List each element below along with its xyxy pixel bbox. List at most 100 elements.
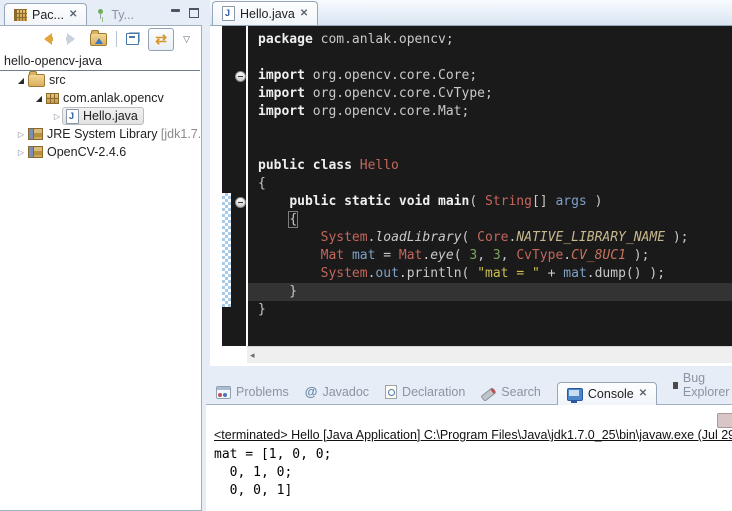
project-tree[interactable]: hello-opencv-java ◢ src ◢ com.anlak.open…: [0, 52, 200, 486]
tree-item-hello-java-label: Hello.java: [83, 109, 138, 123]
tab-declaration[interactable]: Declaration: [385, 385, 465, 404]
java-file-icon: [66, 109, 79, 124]
forward-arrow-button[interactable]: [64, 33, 81, 45]
code-token: (: [454, 248, 470, 263]
console-tab-row: Problems @ Javadoc Declaration Search Co…: [206, 378, 732, 404]
code-line: package com.anlak.opencv;: [248, 31, 732, 49]
code-token: public class: [258, 158, 352, 173]
tree-item-hello-java[interactable]: ▷ Hello.java: [0, 107, 200, 125]
tree-selection[interactable]: Hello.java: [62, 107, 144, 125]
code-token: {: [258, 176, 266, 191]
tab-type-hierarchy[interactable]: Ty...: [87, 4, 143, 26]
code-line: import org.opencv.core.CvType;: [248, 85, 732, 103]
tab-console[interactable]: Console ✕: [557, 382, 657, 405]
code-token: =: [375, 248, 398, 263]
code-line: System.out.println( "mat = " + mat.dump(…: [248, 265, 732, 283]
javadoc-at-icon: @: [305, 384, 318, 399]
back-arrow-button[interactable]: [38, 33, 55, 45]
tree-item-src[interactable]: ◢ src: [0, 71, 200, 89]
code-token: Mat: [321, 248, 344, 263]
collapsed-arrow-icon[interactable]: ▷: [16, 148, 26, 157]
collapsed-arrow-icon[interactable]: ▷: [16, 130, 26, 139]
horizontal-scrollbar[interactable]: ◂: [247, 346, 732, 363]
maximize-button[interactable]: [188, 8, 200, 18]
code-token: loadLibrary: [375, 230, 461, 245]
tree-project-root[interactable]: hello-opencv-java: [0, 52, 200, 71]
tree-item-jre[interactable]: ▷ JRE System Library [jdk1.7.0_25]: [0, 125, 200, 143]
tree-item-opencv[interactable]: ▷ OpenCV-2.4.6: [0, 143, 200, 161]
code-token: .: [563, 248, 571, 263]
code-line: {: [248, 211, 732, 229]
tab-problems[interactable]: Problems: [216, 385, 289, 404]
left-panel-tabs: Pac... ✕ Ty...: [0, 0, 208, 26]
tab-hello-java[interactable]: Hello.java ✕: [212, 1, 318, 25]
code-line: import org.opencv.core.Mat;: [248, 103, 732, 121]
type-hierarchy-icon: [96, 9, 106, 22]
tree-item-package-label: com.anlak.opencv: [63, 91, 164, 105]
up-arrow-icon: [95, 34, 103, 44]
collapsed-arrow-icon[interactable]: ▷: [52, 112, 62, 121]
code-token: com.anlak.opencv;: [313, 32, 454, 47]
code-token: 3: [493, 248, 501, 263]
console-process-title: <terminated> Hello [Java Application] C:…: [214, 428, 732, 442]
tab-package-explorer[interactable]: Pac... ✕: [4, 3, 87, 26]
tab-bug-explorer[interactable]: Bug Explorer: [673, 371, 732, 404]
code-token: }: [258, 284, 297, 299]
expanded-arrow-icon[interactable]: ◢: [16, 76, 26, 85]
code-token: System: [321, 230, 368, 245]
code-token: [258, 194, 289, 209]
console-monitor-icon: [567, 388, 583, 401]
code-line: [248, 121, 732, 139]
code-token: public static void main: [289, 194, 469, 209]
code-line: public static void main( String[] args ): [248, 193, 732, 211]
java-file-icon: [222, 6, 235, 21]
code-token: [352, 158, 360, 173]
code-token: [258, 230, 321, 245]
minimize-button[interactable]: [170, 8, 182, 18]
close-icon[interactable]: ✕: [300, 9, 308, 19]
editor-region: Hello.java ✕ package com.anlak.opencv; i…: [210, 0, 732, 368]
code-token: [258, 212, 289, 227]
code-line: import org.opencv.core.Core;: [248, 67, 732, 85]
tree-item-opencv-label: OpenCV-2.4.6: [47, 145, 126, 159]
console-toolbar-button[interactable]: [717, 413, 732, 428]
code-token: args: [555, 194, 586, 209]
fold-collapse-icon[interactable]: [235, 197, 246, 208]
expanded-arrow-icon[interactable]: ◢: [34, 94, 44, 103]
code-area[interactable]: package com.anlak.opencv; import org.ope…: [248, 26, 732, 346]
library-icon: [28, 146, 43, 158]
code-token: }: [258, 302, 266, 317]
console-output-line: 0, 1, 0;: [214, 464, 732, 482]
package-explorer-panel: Pac... ✕ Ty... ⇄ ▽ hello-opencv-java: [0, 0, 204, 511]
eclipse-window: Pac... ✕ Ty... ⇄ ▽ hello-opencv-java: [0, 0, 732, 511]
code-token: .dump() );: [587, 266, 665, 281]
tab-search[interactable]: Search: [481, 385, 541, 404]
console-output[interactable]: mat = [1, 0, 0; 0, 1, 0; 0, 0, 1]: [214, 446, 732, 500]
close-icon[interactable]: ✕: [639, 389, 647, 399]
code-line: Mat mat = Mat.eye( 3, 3, CvType.CV_8UC1 …: [248, 247, 732, 265]
editor-tab-row: Hello.java ✕: [210, 0, 732, 25]
range-indicator: [222, 193, 231, 307]
code-token: CV_8UC1: [571, 248, 626, 263]
view-menu-button[interactable]: ▽: [183, 34, 190, 45]
code-line: [248, 139, 732, 157]
collapse-all-button[interactable]: [126, 33, 139, 45]
code-line: }: [248, 283, 732, 301]
code-line: }: [248, 301, 732, 319]
tab-declaration-label: Declaration: [402, 385, 465, 399]
code-token: org.opencv.core.CvType;: [305, 86, 493, 101]
code-line: System.loadLibrary( Core.NATIVE_LIBRARY_…: [248, 229, 732, 247]
package-icon: [46, 93, 59, 104]
code-token: [344, 248, 352, 263]
console-view[interactable]: <terminated> Hello [Java Application] C:…: [206, 404, 732, 511]
fold-collapse-icon[interactable]: [235, 71, 246, 82]
scroll-left-icon[interactable]: ◂: [247, 350, 255, 361]
go-up-button[interactable]: [90, 33, 107, 46]
code-token: org.opencv.core.Core;: [305, 68, 477, 83]
tab-javadoc[interactable]: @ Javadoc: [305, 384, 369, 404]
tab-package-explorer-label: Pac...: [32, 8, 64, 22]
close-icon[interactable]: ✕: [69, 10, 77, 20]
code-token: ,: [501, 248, 517, 263]
link-with-editor-button[interactable]: ⇄: [148, 28, 174, 51]
tree-item-package[interactable]: ◢ com.anlak.opencv: [0, 89, 200, 107]
